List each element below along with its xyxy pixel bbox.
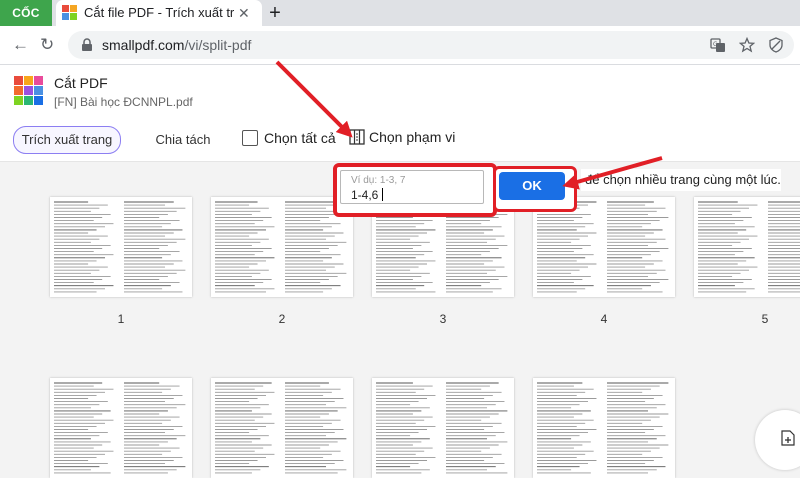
text-caret	[382, 188, 383, 201]
reload-icon[interactable]: ↻	[40, 26, 54, 64]
translate-icon[interactable]: G	[710, 37, 726, 53]
browser-tab[interactable]: Cắt file PDF - Trích xuất trang ✕	[56, 0, 262, 26]
tab-title: Cắt file PDF - Trích xuất trang	[84, 5, 234, 20]
range-hint: để chọn nhiều trang cùng một lúc.	[581, 169, 781, 191]
page-thumbnail[interactable]	[50, 378, 192, 478]
range-icon[interactable]	[349, 129, 365, 145]
page-number: 1	[117, 312, 125, 326]
range-input-highlight: Ví dụ: 1-3, 7 1-4,6	[333, 163, 497, 217]
smallpdf-logo-icon	[62, 5, 77, 20]
page-text-lines	[215, 382, 347, 474]
url-domain: smallpdf.com	[102, 37, 185, 53]
tab-close-icon[interactable]: ✕	[238, 0, 250, 26]
page-number: 5	[761, 312, 769, 326]
page-text-lines	[537, 201, 669, 293]
page-text-lines	[698, 201, 800, 293]
page-number: 2	[278, 312, 286, 326]
star-icon[interactable]	[739, 37, 755, 53]
page-number: 4	[600, 312, 608, 326]
page-text-lines	[376, 382, 508, 474]
page-thumbnail[interactable]	[372, 378, 514, 478]
mode-toolbar: Trích xuất trang Chia tách Chọn tất cả C…	[0, 117, 800, 162]
select-all-checkbox[interactable]	[242, 130, 258, 146]
new-tab-icon[interactable]: +	[264, 0, 286, 26]
page-thumbnail[interactable]	[211, 197, 353, 297]
page-text-lines	[54, 201, 186, 293]
shield-icon[interactable]	[768, 37, 784, 53]
range-input[interactable]: Ví dụ: 1-3, 7 1-4,6	[340, 170, 484, 204]
page-text-lines	[215, 201, 347, 293]
add-file-icon[interactable]	[781, 430, 795, 446]
ok-button-highlight: OK	[493, 166, 577, 212]
url-text: smallpdf.com/vi/split-pdf	[102, 31, 251, 59]
lock-icon	[82, 38, 92, 51]
ok-button[interactable]: OK	[499, 172, 565, 200]
page-thumbnail[interactable]	[211, 378, 353, 478]
page-thumbnail[interactable]	[50, 197, 192, 297]
browser-toolbar: ← ↻ smallpdf.com/vi/split-pdf G	[0, 26, 800, 65]
range-placeholder: Ví dụ: 1-3, 7	[351, 175, 406, 186]
back-arrow-icon[interactable]: ←	[12, 26, 29, 64]
address-bar[interactable]: smallpdf.com/vi/split-pdf G	[68, 31, 794, 59]
app-header: Cắt PDF [FN] Bài học ĐCNNPL.pdf	[0, 65, 800, 117]
page-text-lines	[537, 382, 669, 474]
select-all-label[interactable]: Chọn tất cả	[264, 130, 336, 146]
page-thumbnail[interactable]	[533, 378, 675, 478]
extract-pages-button[interactable]: Trích xuất trang	[13, 126, 121, 154]
page-number: 3	[439, 312, 447, 326]
page-thumbnail[interactable]	[694, 197, 800, 297]
page-text-lines	[54, 382, 186, 474]
page-thumbnail[interactable]	[533, 197, 675, 297]
select-range-label[interactable]: Chọn phạm vi	[369, 129, 455, 145]
browser-tab-bar: CỐC CỐC Cắt file PDF - Trích xuất trang …	[0, 0, 800, 46]
smallpdf-logo-icon	[14, 76, 43, 105]
browser-brand[interactable]: CỐC CỐC	[0, 0, 52, 46]
file-name: [FN] Bài học ĐCNNPL.pdf	[54, 95, 193, 109]
range-value: 1-4,6	[351, 188, 379, 202]
page-title: Cắt PDF	[54, 75, 108, 91]
split-button[interactable]: Chia tách	[129, 126, 237, 154]
url-path: /vi/split-pdf	[184, 37, 252, 53]
svg-text:G: G	[713, 41, 718, 48]
